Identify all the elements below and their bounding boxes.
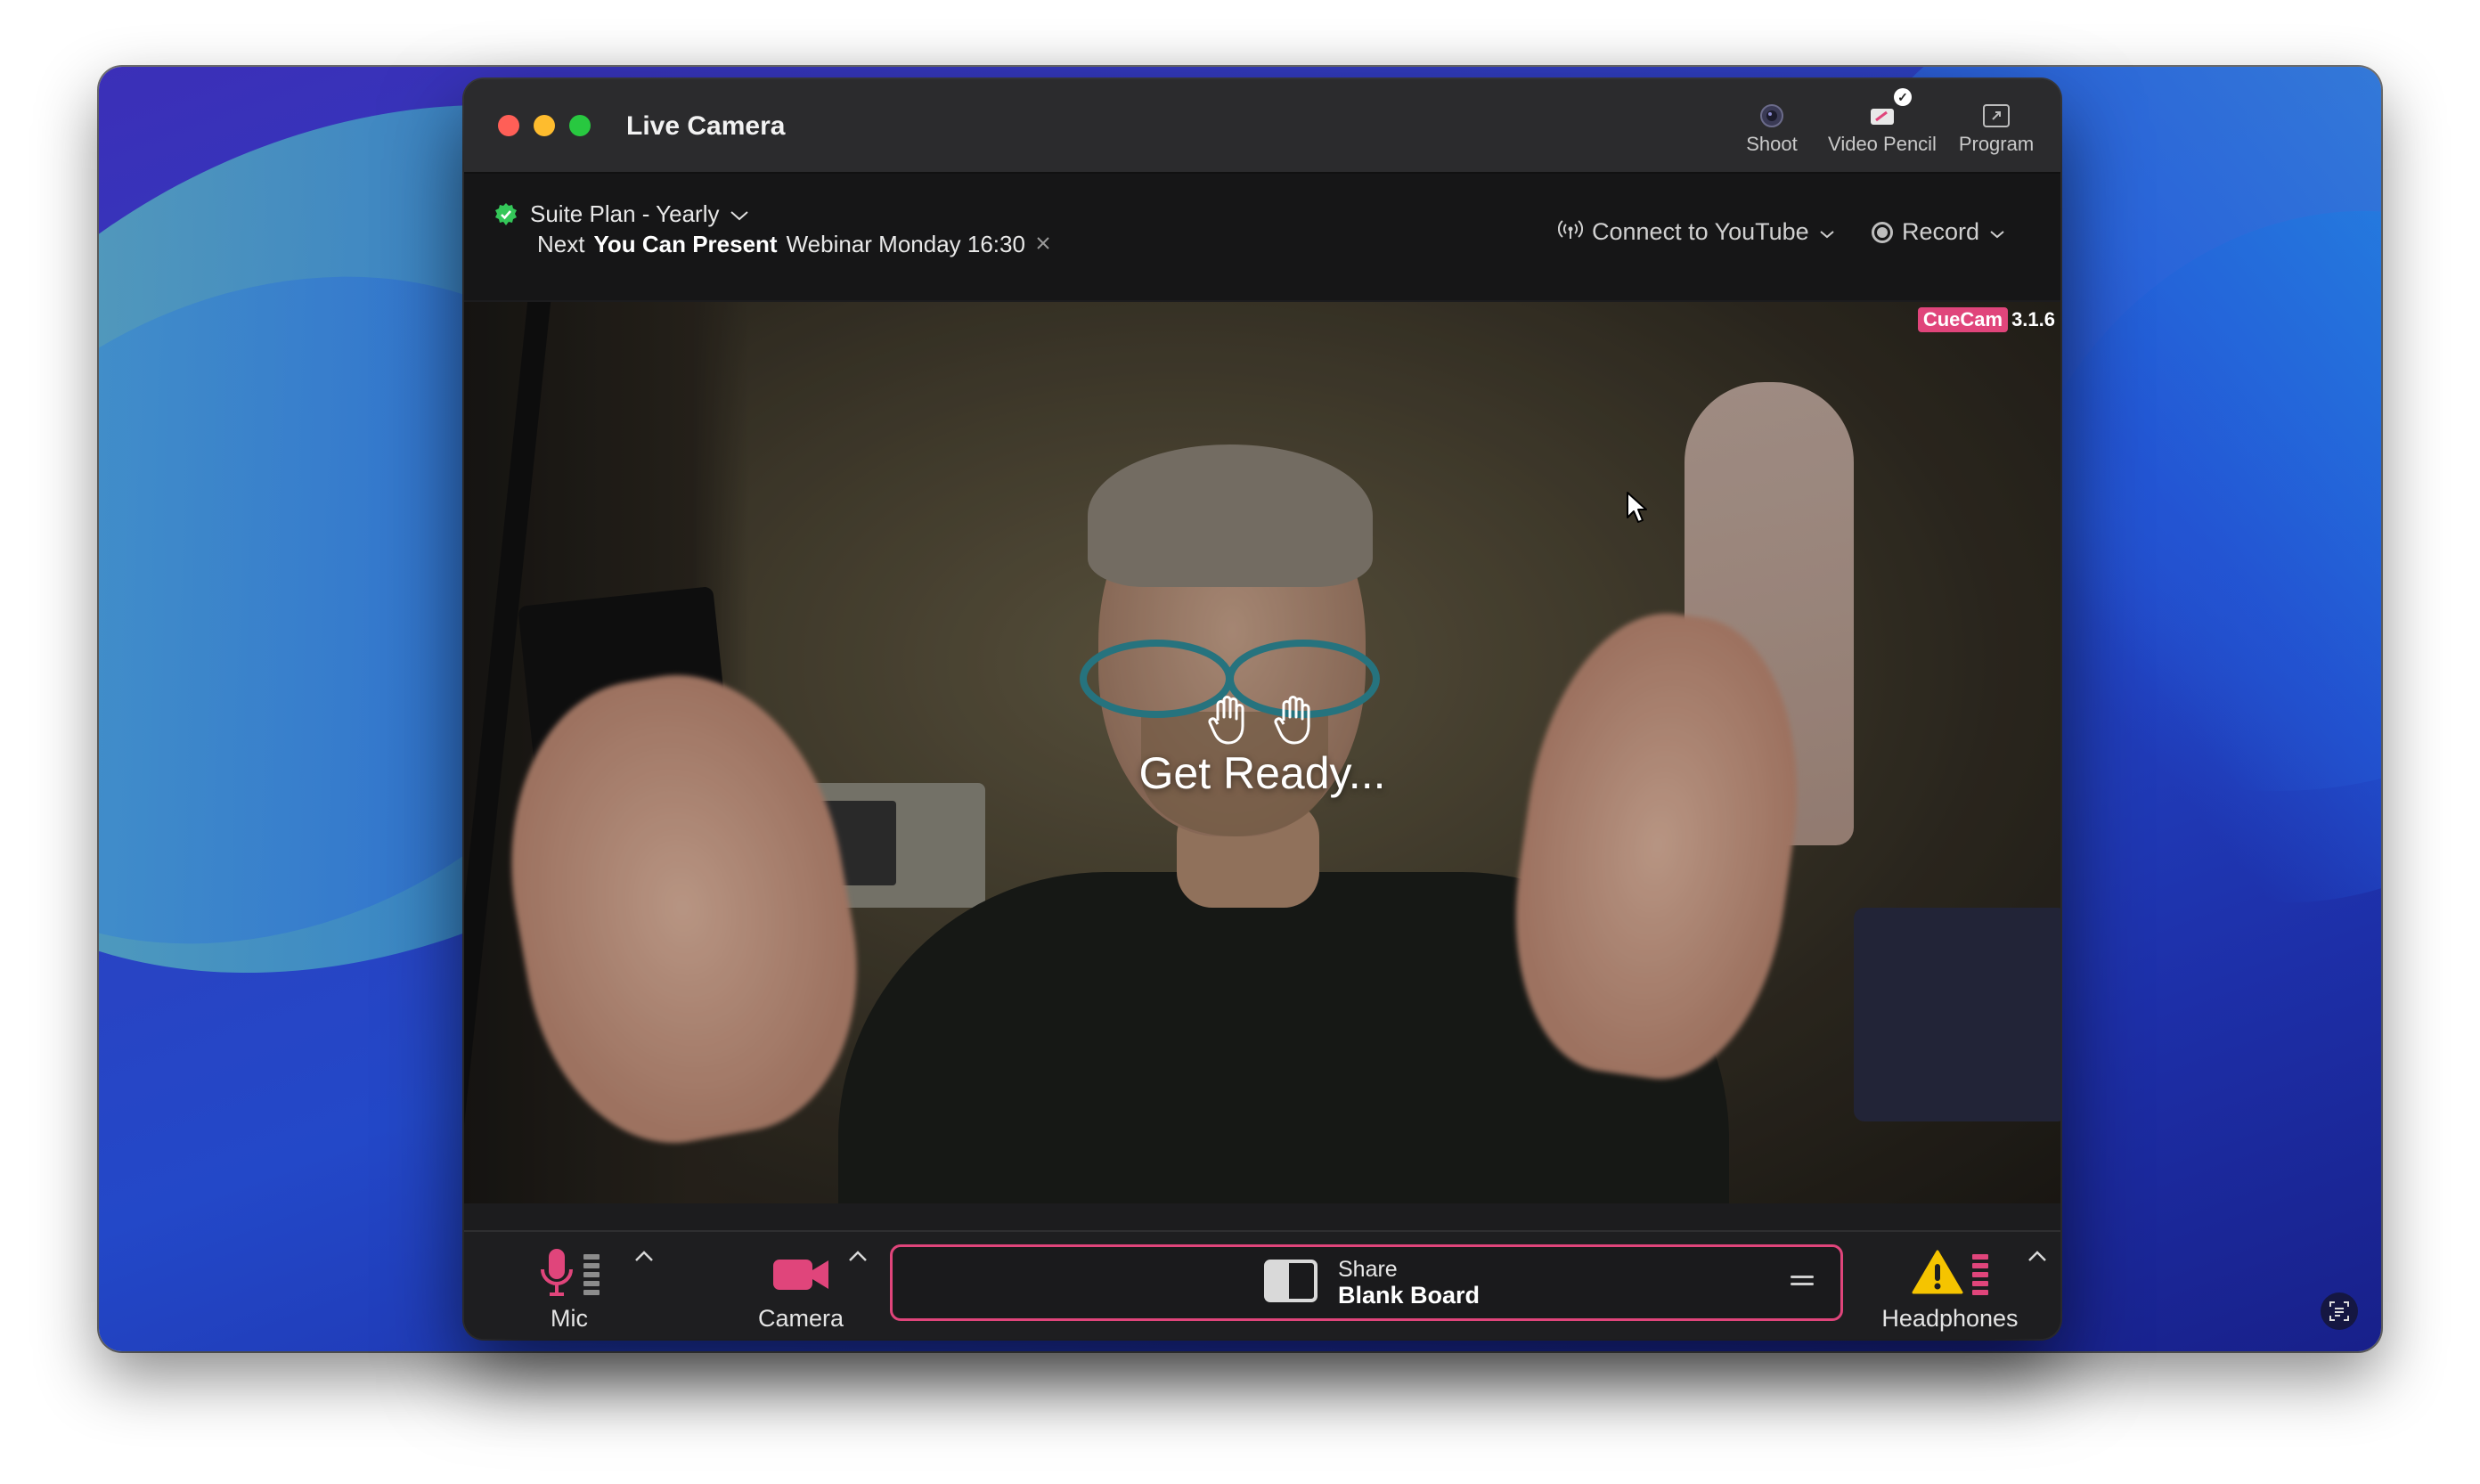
camera-label: Camera — [757, 1305, 844, 1332]
program-button[interactable]: Program — [1943, 99, 2050, 156]
camera-options-chevron-up-icon[interactable] — [847, 1244, 869, 1269]
chevron-down-icon — [730, 200, 749, 228]
mic-button[interactable]: Mic — [534, 1244, 605, 1333]
webcam-icon — [1758, 99, 1785, 133]
connect-youtube-label: Connect to YouTube — [1592, 218, 1809, 245]
checkmark-icon: ✓ — [1894, 88, 1912, 106]
countdown-text: Get Ready... — [1138, 748, 1386, 798]
shoot-label: Shoot — [1746, 133, 1798, 155]
brand-label: CueCam — [1917, 307, 2009, 332]
headphones-button[interactable]: Headphones — [1879, 1244, 2021, 1333]
share-label: Share — [1338, 1257, 1398, 1282]
chevron-down-icon — [1818, 218, 1836, 246]
mic-options-chevron-up-icon[interactable] — [633, 1244, 655, 1269]
version-badge: CueCam 3.1.6 — [1917, 307, 2055, 332]
hamburger-menu-icon[interactable] — [1791, 1276, 1814, 1290]
window-title: Live Camera — [626, 111, 786, 141]
info-bar: Suite Plan - Yearly Next You Can Present… — [464, 174, 2060, 300]
blank-board-icon — [1263, 1259, 1318, 1308]
headphones-options-chevron-up-icon[interactable] — [2027, 1244, 2048, 1269]
headphones-label: Headphones — [1881, 1305, 2019, 1332]
next-event-time: Webinar Monday 16:30 — [786, 231, 1025, 257]
verified-badge-icon — [493, 201, 519, 228]
record-label: Record — [1902, 218, 1980, 245]
video-pencil-label: Video Pencil — [1828, 133, 1937, 155]
video-camera-icon — [771, 1244, 830, 1305]
headphones-level-meter — [1972, 1254, 1988, 1295]
mic-label: Mic — [551, 1305, 588, 1332]
plan-label: Suite Plan - Yearly — [530, 200, 720, 227]
program-label: Program — [1958, 133, 2035, 155]
title-bar: Live Camera Shoot ✓ Video Pencil Program — [464, 79, 2060, 174]
raised-hand-icon — [1273, 694, 1318, 750]
share-value: Blank Board — [1338, 1281, 1481, 1309]
screenshot-text-icon[interactable] — [2321, 1292, 2358, 1330]
close-window-button[interactable] — [498, 115, 519, 136]
record-button[interactable]: Record — [1872, 218, 2006, 246]
video-pencil-icon: ✓ — [1869, 88, 1912, 133]
chevron-down-icon — [1988, 218, 2006, 246]
microphone-icon — [539, 1246, 575, 1304]
broadcast-icon — [1557, 218, 1584, 246]
raised-hand-icon — [1207, 694, 1252, 750]
raised-hands-gesture — [1207, 694, 1318, 750]
expand-icon — [1982, 99, 2011, 133]
minimize-window-button[interactable] — [534, 115, 555, 136]
connect-youtube-button[interactable]: Connect to YouTube — [1557, 218, 1836, 246]
share-board-button[interactable]: Share Blank Board — [890, 1244, 1843, 1321]
zoom-window-button[interactable] — [569, 115, 591, 136]
dismiss-event-close-icon[interactable] — [1034, 231, 1052, 258]
next-event-title: You Can Present — [593, 231, 778, 257]
shoot-button[interactable]: Shoot — [1727, 99, 1816, 156]
window-controls — [498, 115, 591, 136]
live-camera-window: Live Camera Shoot ✓ Video Pencil Program — [464, 79, 2060, 1339]
next-event: Next You Can Present Webinar Monday 16:3… — [537, 231, 1052, 258]
camera-preview[interactable]: CueCam 3.1.6 Get Ready... — [464, 302, 2060, 1203]
mouse-cursor-icon — [1626, 491, 1649, 529]
next-prefix: Next — [537, 231, 585, 257]
record-icon — [1872, 221, 1893, 243]
video-pencil-button[interactable]: ✓ Video Pencil — [1811, 88, 1954, 156]
mic-level-meter — [583, 1254, 600, 1295]
version-label: 3.1.6 — [2011, 308, 2055, 330]
warning-icon — [1912, 1249, 1963, 1301]
plan-selector[interactable]: Suite Plan - Yearly — [493, 200, 749, 228]
control-bar: Mic Camera Share Blank Board Headphones — [464, 1230, 2060, 1339]
